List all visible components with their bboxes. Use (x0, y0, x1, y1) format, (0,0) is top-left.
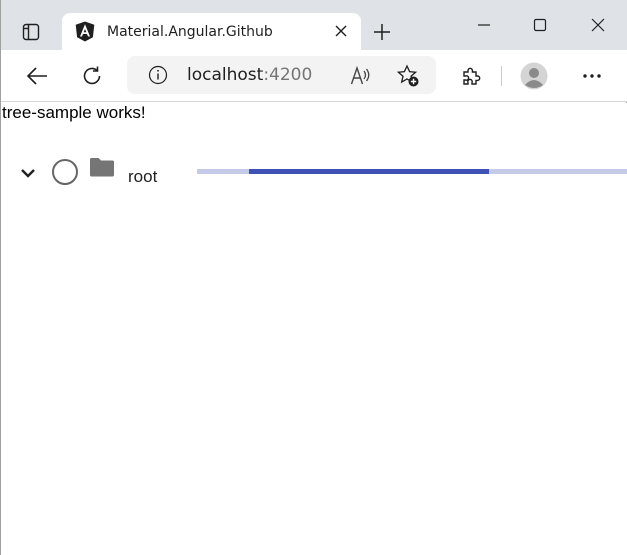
browser-toolbar: localhost:4200 (1, 50, 627, 102)
info-icon[interactable] (147, 64, 169, 86)
tab-title: Material.Angular.Github (107, 23, 273, 40)
progress-bar-fill (248, 169, 490, 174)
angular-logo-icon (74, 21, 96, 43)
url-port: :4200 (263, 65, 313, 85)
tree-node-root: root (2, 151, 627, 195)
back-button[interactable] (20, 59, 54, 93)
menu-button[interactable] (575, 59, 609, 93)
minimize-button[interactable] (466, 10, 502, 40)
close-tab-icon[interactable] (331, 21, 351, 41)
page-content: tree-sample works! root (2, 103, 627, 555)
tree-node-label: root (128, 167, 158, 186)
add-favorite-icon[interactable] (396, 64, 420, 88)
progress-bar (197, 169, 627, 174)
back-arrow-icon (26, 67, 47, 85)
tab-strip: Material.Angular.Github (1, 0, 627, 50)
browser-window: Material.Angular.Github localhost:4200 t… (0, 0, 627, 555)
new-tab-button[interactable] (365, 16, 399, 48)
page-heading: tree-sample works! (2, 103, 146, 122)
node-radio-button[interactable] (52, 159, 78, 185)
more-icon (583, 74, 601, 78)
folder-icon (88, 155, 116, 179)
url-host: localhost (187, 65, 264, 85)
close-window-button[interactable] (580, 10, 616, 40)
extensions-button[interactable] (454, 59, 488, 93)
plus-icon (374, 24, 390, 40)
browser-tab[interactable]: Material.Angular.Github (62, 13, 361, 50)
expand-toggle-button[interactable] (14, 159, 42, 187)
read-aloud-icon[interactable] (349, 64, 373, 88)
chevron-down-icon (21, 169, 35, 178)
maximize-button[interactable] (522, 10, 558, 40)
close-icon (591, 18, 605, 32)
url-text: localhost:4200 (187, 65, 312, 85)
minimize-icon (478, 24, 490, 26)
address-bar[interactable]: localhost:4200 (127, 56, 436, 94)
avatar-icon (520, 62, 548, 90)
tab-actions-icon[interactable] (13, 16, 49, 48)
toolbar-divider (501, 66, 502, 86)
refresh-button[interactable] (75, 59, 109, 93)
puzzle-icon (463, 67, 481, 85)
refresh-icon (83, 66, 101, 85)
profile-button[interactable] (517, 59, 551, 93)
maximize-icon (533, 18, 547, 32)
